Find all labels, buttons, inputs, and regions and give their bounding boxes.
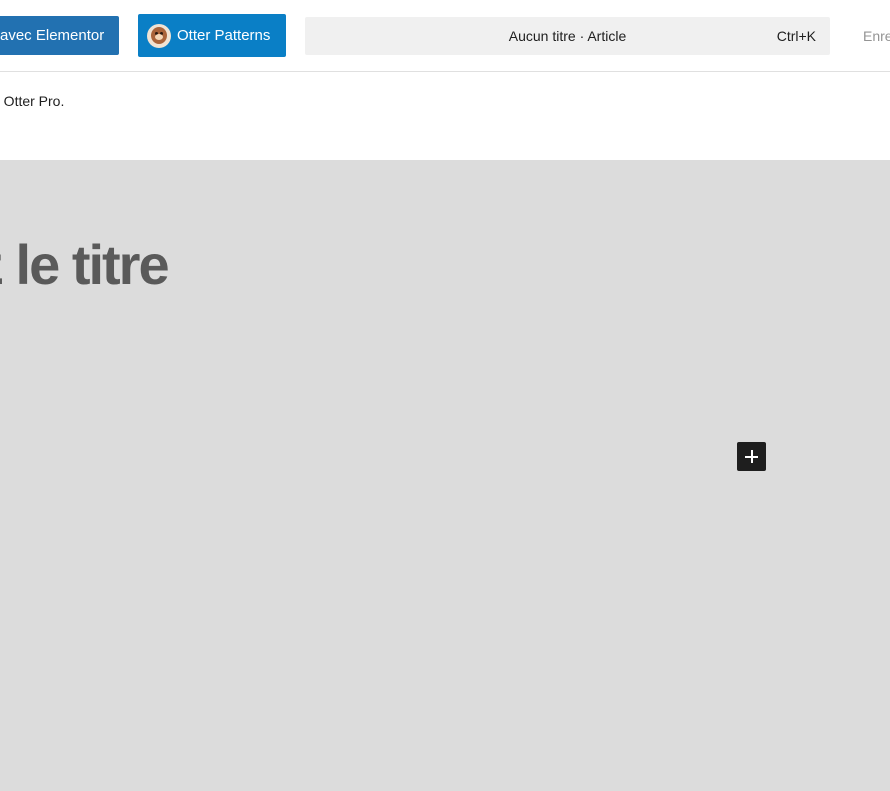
otter-logo-icon [147, 23, 171, 48]
command-shortcut: Ctrl+K [776, 28, 816, 44]
edit-with-elementor-label: avec Elementor [0, 27, 105, 44]
post-title-placeholder[interactable]: z le titre [0, 233, 170, 297]
document-title: Aucun titre · Article [508, 28, 627, 44]
save-draft-button[interactable]: Enregistrer [863, 17, 890, 55]
notice-text: h Otter Pro. [0, 93, 65, 109]
editor-header: avec Elementor Otter Patterns Aucun titr… [0, 0, 890, 72]
notice-banner: h Otter Pro. [0, 72, 890, 161]
command-palette-bar[interactable]: Aucun titre · Article Ctrl+K [305, 17, 830, 55]
edit-with-elementor-button[interactable]: avec Elementor [0, 16, 119, 55]
editor-canvas: z le titre [0, 161, 890, 791]
otter-patterns-button[interactable]: Otter Patterns [138, 14, 286, 57]
add-block-button[interactable] [737, 442, 766, 471]
otter-patterns-label: Otter Patterns [177, 27, 271, 44]
